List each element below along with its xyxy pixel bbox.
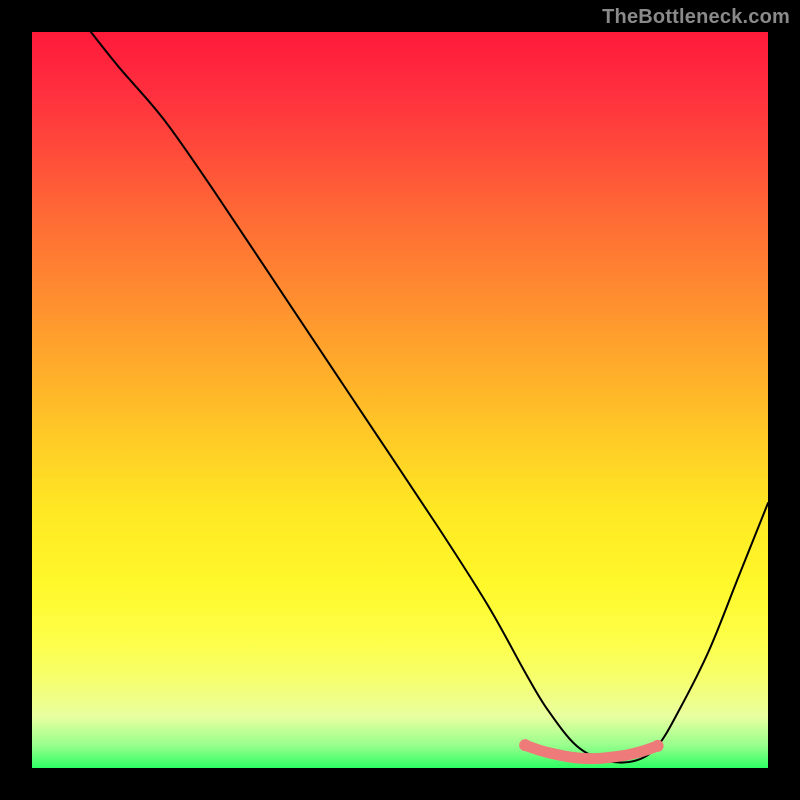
chart-highlight xyxy=(525,745,657,758)
chart-highlight-end xyxy=(519,739,531,751)
chart-svg xyxy=(32,32,768,768)
chart-curve xyxy=(91,32,768,762)
watermark-text: TheBottleneck.com xyxy=(602,6,790,29)
plot-area xyxy=(32,32,768,768)
chart-frame: TheBottleneck.com xyxy=(0,0,800,800)
chart-highlight-end xyxy=(652,740,664,752)
